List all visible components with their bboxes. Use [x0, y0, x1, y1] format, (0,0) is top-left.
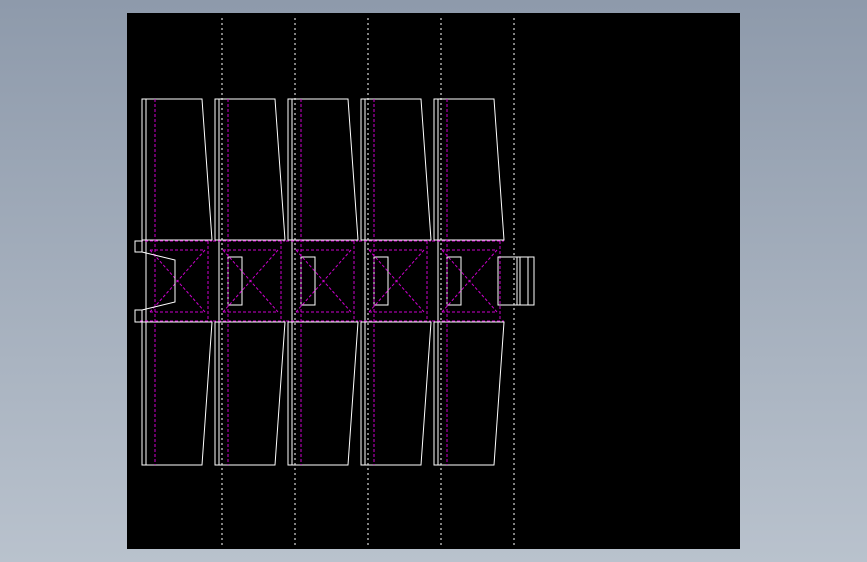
- segment-3: [286, 98, 389, 466]
- segment-4: [359, 98, 462, 466]
- right-shaft-end: [497, 256, 529, 306]
- segment-hub: [373, 256, 389, 306]
- worm-segments: [134, 98, 535, 466]
- segment-hidden-lines: [140, 99, 212, 465]
- cad-viewport[interactable]: [127, 13, 740, 549]
- segment-hub: [446, 256, 462, 306]
- segment-5: [432, 98, 535, 466]
- segment-hidden-lines: [286, 99, 358, 465]
- segment-hidden-lines: [359, 99, 431, 465]
- segment-hub: [519, 256, 535, 306]
- segment-hidden-lines: [213, 99, 285, 465]
- segment-hub: [300, 256, 316, 306]
- segment-2: [213, 98, 316, 466]
- segment-hidden-lines: [432, 99, 504, 465]
- segment-1: [140, 98, 243, 466]
- segment-hub: [227, 256, 243, 306]
- cad-drawing: [134, 18, 535, 545]
